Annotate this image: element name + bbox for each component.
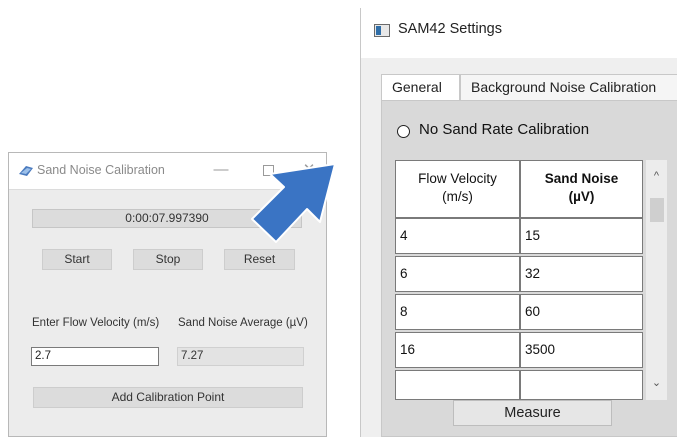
radio-label: No Sand Rate Calibration — [419, 121, 590, 138]
flow-velocity-label: Enter Flow Velocity (m/s) — [32, 317, 160, 329]
grid-cell-flow[interactable] — [395, 370, 520, 400]
grid-cell-flow[interactable]: 16 — [395, 332, 520, 368]
vertical-scrollbar[interactable]: ^ ⌄ — [645, 160, 667, 400]
grid-cell-sand[interactable]: 3500 — [520, 332, 643, 368]
scroll-thumb[interactable] — [650, 198, 664, 222]
grid-cell-sand[interactable]: 32 — [520, 256, 643, 292]
header-line: (m/s) — [442, 189, 473, 204]
sand-noise-average-field: 7.27 — [177, 347, 304, 366]
grid-cell-flow[interactable]: 4 — [395, 218, 520, 254]
tab-general[interactable]: General — [381, 74, 460, 100]
grid-cell-flow[interactable]: 8 — [395, 294, 520, 330]
add-calibration-point-button[interactable]: Add Calibration Point — [33, 387, 303, 408]
window-icon — [374, 24, 390, 37]
titlebar: SAM42 Settings — [361, 8, 677, 58]
window-title: SAM42 Settings — [398, 21, 502, 37]
grid-cell-flow[interactable]: 6 — [395, 256, 520, 292]
pointer-arrow-icon — [251, 163, 336, 243]
scroll-up-icon[interactable]: ^ — [646, 170, 667, 188]
app-icon — [19, 166, 33, 176]
header-line: Flow Velocity — [418, 171, 497, 186]
column-header-sand-noise[interactable]: Sand Noise (µV) — [520, 160, 643, 218]
stop-button[interactable]: Stop — [133, 249, 203, 270]
header-line: (µV) — [568, 189, 595, 204]
grid-cell-sand[interactable] — [520, 370, 643, 400]
no-sand-rate-calibration-radio[interactable] — [397, 125, 410, 138]
measure-button[interactable]: Measure — [453, 400, 612, 426]
header-line: Sand Noise — [544, 171, 619, 186]
grid-cell-sand[interactable]: 15 — [520, 218, 643, 254]
window-title: Sand Noise Calibration — [37, 163, 165, 177]
grid-cell-sand[interactable]: 60 — [520, 294, 643, 330]
column-header-flow-velocity[interactable]: Flow Velocity (m/s) — [395, 160, 520, 218]
sand-noise-average-label: Sand Noise Average (µV) — [178, 317, 308, 329]
tab-background-noise-calibration[interactable]: Background Noise Calibration — [460, 74, 677, 100]
start-button[interactable]: Start — [42, 249, 112, 270]
reset-button[interactable]: Reset — [224, 249, 295, 270]
scroll-down-icon[interactable]: ⌄ — [646, 376, 667, 394]
sam42-settings-window: SAM42 Settings General Background Noise … — [360, 8, 677, 437]
calibration-grid: Flow Velocity (m/s) Sand Noise (µV) 4 15… — [395, 160, 677, 400]
flow-velocity-input[interactable]: 2.7 — [31, 347, 159, 366]
